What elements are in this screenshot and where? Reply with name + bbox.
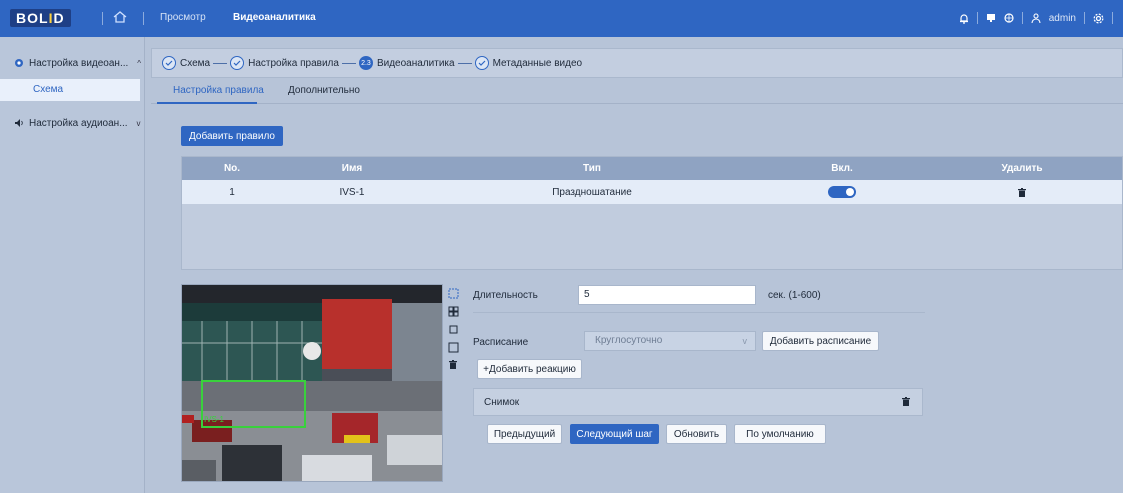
- speaker-icon: [15, 119, 23, 127]
- table-header: No. Имя Тип Вкл. Удалить: [182, 157, 1122, 180]
- brand-logo: BOLID: [10, 9, 71, 27]
- video-preview[interactable]: IVS-1: [181, 284, 443, 482]
- top-bar: BOLID Просмотр Видеоаналитика admin: [0, 0, 1123, 37]
- user-icon: [1031, 13, 1041, 23]
- globe-icon[interactable]: [1004, 13, 1014, 23]
- check-icon: [474, 56, 489, 70]
- step-scheme[interactable]: Схема: [162, 56, 210, 70]
- step-connector: [213, 62, 228, 64]
- subtabs: Настройка правила Дополнительно: [151, 78, 1123, 104]
- step-metadata[interactable]: Метаданные видео: [474, 56, 583, 70]
- duration-label: Длительность: [473, 290, 538, 301]
- active-tab-indicator: [157, 102, 257, 104]
- column-header-name: Имя: [341, 163, 363, 174]
- chevron-up-icon: ^: [137, 58, 142, 68]
- home-icon[interactable]: [112, 9, 128, 25]
- sidebar-group-video-analytics[interactable]: Настройка видеоан... ^: [0, 51, 145, 75]
- trash-icon[interactable]: [1018, 187, 1026, 197]
- camera-icon: [15, 59, 23, 67]
- add-schedule-button[interactable]: Добавить расписание: [762, 331, 879, 351]
- enable-toggle[interactable]: [828, 186, 856, 198]
- nav-tab-preview[interactable]: Просмотр: [160, 12, 206, 23]
- cell-type: Праздношатание: [552, 186, 632, 198]
- step-video-analytics[interactable]: 2.3 Видеоаналитика: [358, 56, 455, 70]
- roi-label: IVS-1: [204, 415, 225, 424]
- add-reaction-button[interactable]: +Добавить реакцию: [477, 359, 582, 379]
- cell-delete: [962, 180, 1082, 204]
- step-badge: 2.3: [358, 56, 373, 70]
- column-header-no: No.: [223, 163, 241, 174]
- bell-icon[interactable]: [959, 13, 969, 24]
- table-row[interactable]: 1 IVS-1 Праздношатание: [182, 180, 1122, 204]
- sidebar-item-scheme[interactable]: Схема: [0, 79, 140, 101]
- column-header-delete: Удалить: [1001, 163, 1043, 174]
- trash-icon[interactable]: [449, 360, 457, 369]
- check-icon: [230, 56, 245, 70]
- trash-icon[interactable]: [902, 397, 910, 406]
- wizard-steps: Схема Настройка правила 2.3 Видеоаналити…: [151, 48, 1123, 78]
- step-label: Настройка правила: [248, 57, 339, 69]
- cell-name: IVS-1: [339, 186, 365, 198]
- grid-icon[interactable]: [448, 306, 459, 317]
- gear-icon[interactable]: [1093, 13, 1104, 24]
- step-connector: [457, 62, 472, 64]
- chevron-down-icon: v: [742, 336, 748, 346]
- duration-hint: сек. (1-600): [768, 290, 821, 301]
- divider: [143, 12, 144, 25]
- default-button[interactable]: По умолчанию: [734, 424, 826, 444]
- divider: [473, 312, 925, 313]
- divider: [102, 12, 103, 25]
- divider: [976, 12, 978, 24]
- reaction-label: Снимок: [484, 397, 520, 408]
- previous-button[interactable]: Предыдущий: [487, 424, 562, 444]
- divider: [1084, 12, 1085, 24]
- nav-tab-analytics[interactable]: Видеоаналитика: [233, 12, 316, 23]
- main-panel: Схема Настройка правила 2.3 Видеоаналити…: [151, 48, 1123, 493]
- sidebar-group-label: Настройка видеоан...: [29, 57, 129, 69]
- cell-enabled: [802, 180, 882, 204]
- tab-rule-setup[interactable]: Настройка правила: [173, 85, 264, 96]
- sidebar: Настройка видеоан... ^ Схема Настройка а…: [0, 37, 145, 493]
- step-rule-setup[interactable]: Настройка правила: [230, 56, 339, 70]
- camera-frame: [182, 285, 442, 481]
- monitor-icon[interactable]: [986, 13, 996, 23]
- divider: [1021, 12, 1023, 24]
- username[interactable]: admin: [1049, 13, 1076, 24]
- step-label: Метаданные видео: [492, 57, 583, 69]
- draw-region-icon[interactable]: [448, 288, 459, 299]
- divider: [1112, 12, 1113, 24]
- step-label: Видеоаналитика: [376, 57, 455, 69]
- tab-additional[interactable]: Дополнительно: [288, 85, 360, 96]
- duration-input[interactable]: 5: [578, 285, 756, 305]
- refresh-button[interactable]: Обновить: [666, 424, 727, 444]
- step-connector: [341, 62, 356, 64]
- schedule-value: Круглосуточно: [595, 335, 663, 346]
- sidebar-group-label: Настройка аудиоан...: [29, 117, 128, 129]
- schedule-select[interactable]: Круглосуточно v: [584, 331, 756, 351]
- max-size-icon[interactable]: [448, 342, 459, 353]
- schedule-label: Расписание: [473, 337, 529, 348]
- top-right-toolbar: admin: [959, 11, 1113, 25]
- rules-table: No. Имя Тип Вкл. Удалить 1 IVS-1 Праздно…: [181, 156, 1123, 270]
- chevron-down-icon: v: [136, 118, 141, 128]
- column-header-enabled: Вкл.: [831, 163, 853, 174]
- toggle-knob: [846, 188, 854, 196]
- step-label: Схема: [180, 57, 211, 69]
- next-step-button[interactable]: Следующий шаг: [570, 424, 659, 444]
- add-rule-button[interactable]: Добавить правило: [181, 126, 283, 146]
- drawing-tools: [445, 288, 461, 369]
- column-header-type: Тип: [583, 163, 601, 174]
- sidebar-group-audio-analytics[interactable]: Настройка аудиоан... v: [0, 111, 145, 135]
- reaction-item-snapshot[interactable]: Снимок: [473, 388, 923, 416]
- min-size-icon[interactable]: [448, 324, 459, 335]
- check-icon: [162, 56, 176, 70]
- cell-no: 1: [229, 186, 235, 198]
